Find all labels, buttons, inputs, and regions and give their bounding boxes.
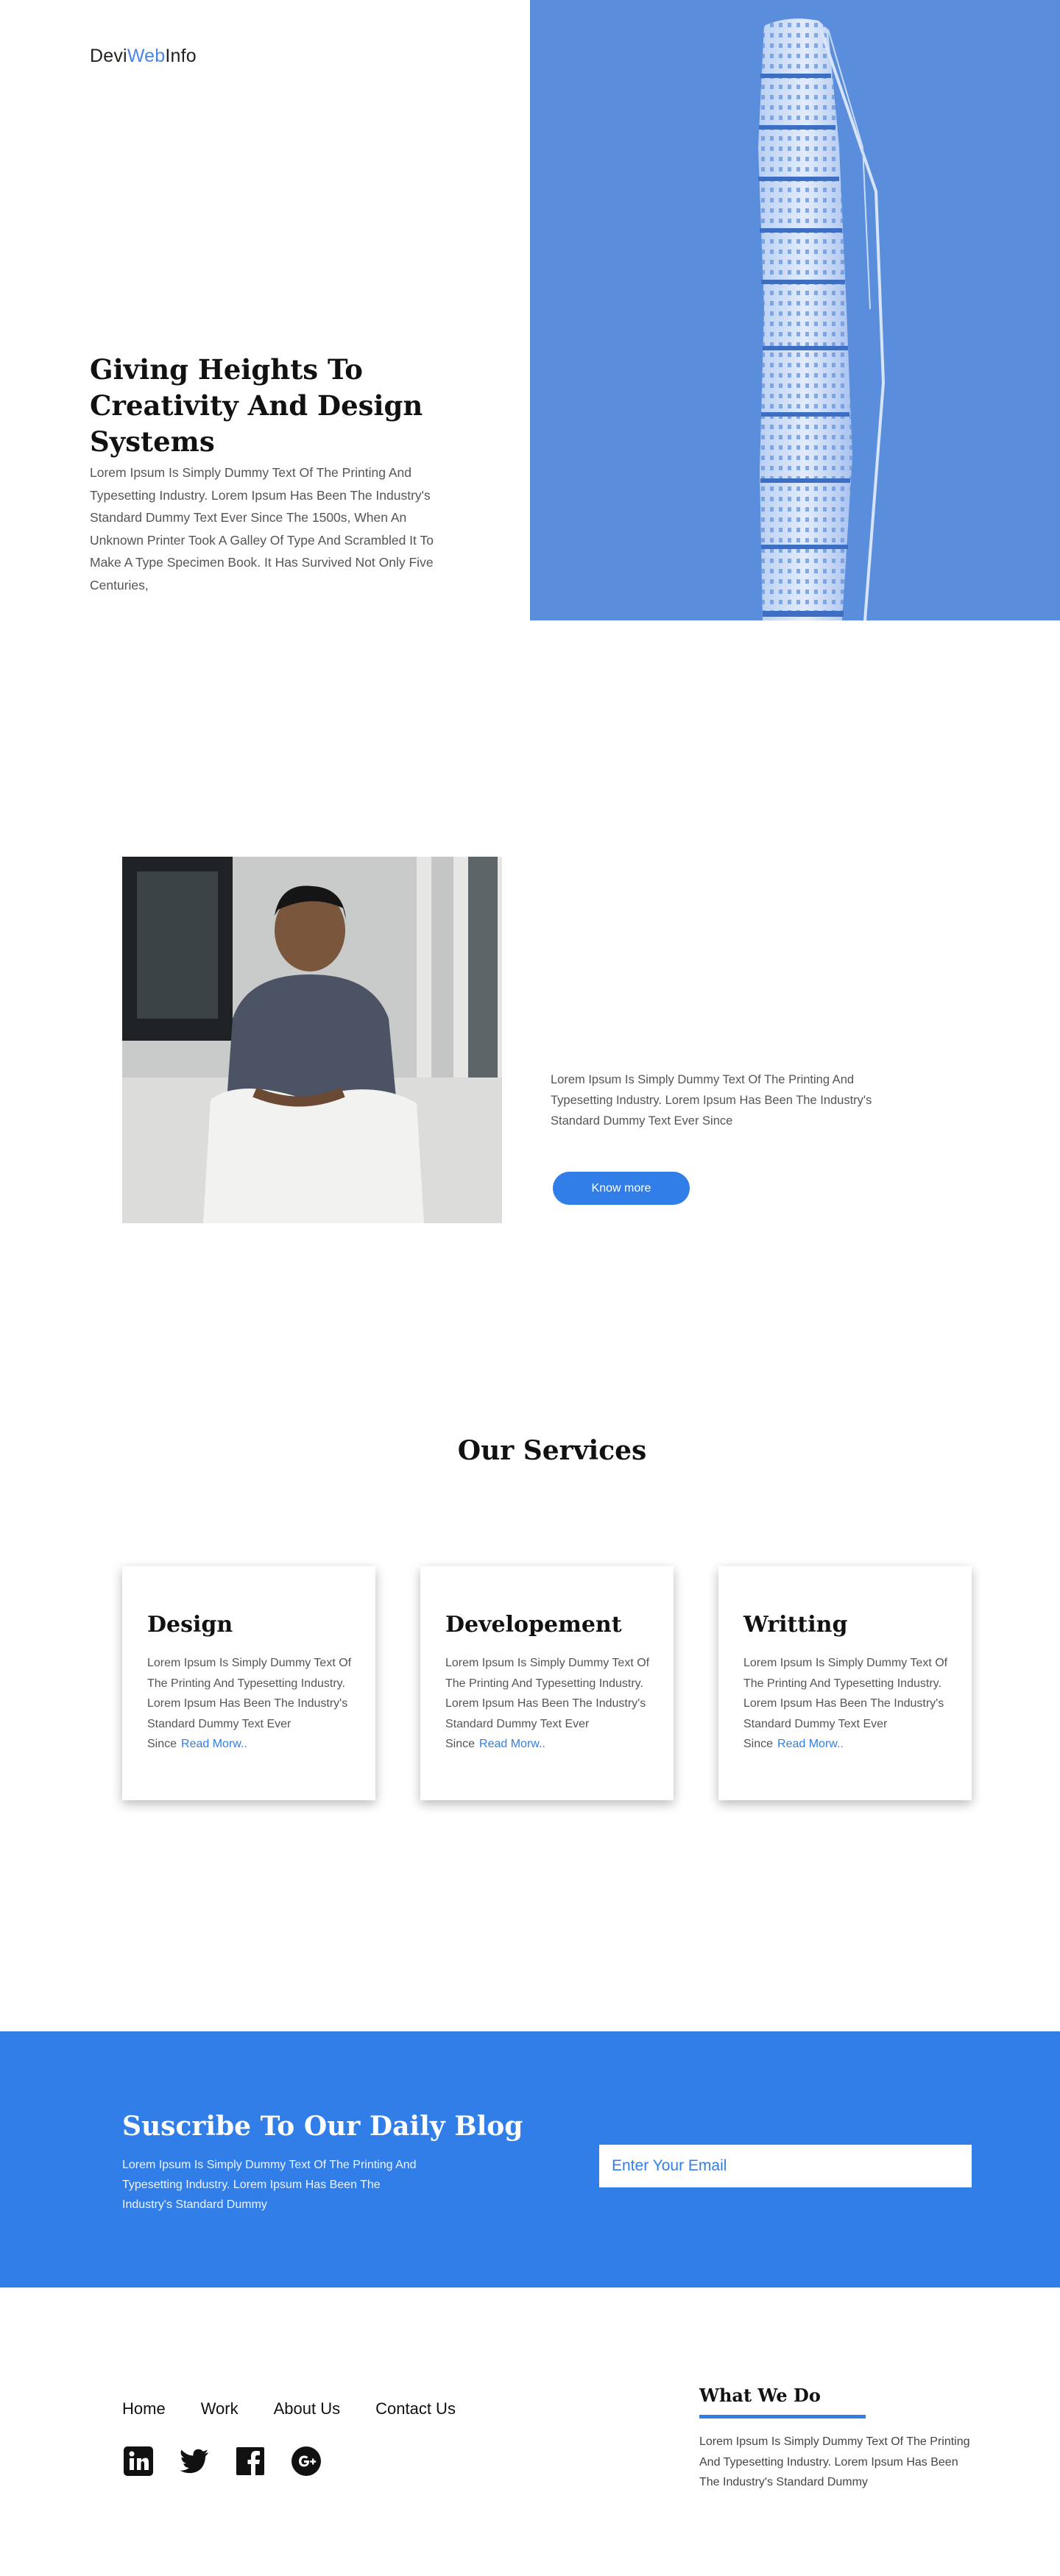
social-links xyxy=(122,2445,322,2477)
services-title: Our Services xyxy=(457,1435,647,1466)
footer-nav-contact-us[interactable]: Contact Us xyxy=(375,2399,456,2418)
email-input[interactable] xyxy=(599,2145,972,2187)
read-more-link[interactable]: Read Morw.. xyxy=(777,1738,844,1750)
subscribe-description: Lorem Ipsum Is Simply Dummy Text Of The … xyxy=(122,2159,417,2211)
hero-section: DeviWebInfo Giving Heights To Creativity… xyxy=(0,0,1060,620)
service-card-text: Lorem Ipsum Is Simply Dummy Text Of The … xyxy=(445,1653,654,1755)
service-card-development: Developement Lorem Ipsum Is Simply Dummy… xyxy=(420,1566,674,1800)
what-we-do-title: What We Do xyxy=(699,2385,821,2406)
about-description: Lorem Ipsum Is Simply Dummy Text Of The … xyxy=(551,1073,872,1128)
service-card-text: Lorem Ipsum Is Simply Dummy Text Of The … xyxy=(147,1653,356,1755)
service-card-description: Lorem Ipsum Is Simply Dummy Text Of The … xyxy=(743,1657,948,1750)
subscribe-title: Suscribe To Our Daily Blog xyxy=(122,2111,523,2142)
service-card-title: Writting xyxy=(743,1612,848,1638)
twisting-tower-illustration xyxy=(530,0,1060,620)
subscribe-section: Suscribe To Our Daily Blog Lorem Ipsum I… xyxy=(0,2031,1060,2287)
footer-nav-work[interactable]: Work xyxy=(201,2399,239,2418)
footer-nav: Home Work About Us Contact Us xyxy=(122,2399,456,2418)
hero-description: Lorem Ipsum Is Simply Dummy Text Of The … xyxy=(90,465,434,592)
what-we-do-text: Lorem Ipsum Is Simply Dummy Text Of The … xyxy=(699,2435,970,2488)
service-card-writing: Writting Lorem Ipsum Is Simply Dummy Tex… xyxy=(718,1566,972,1800)
person-seated-illustration xyxy=(122,857,502,1223)
hero-building-image xyxy=(530,0,1060,620)
service-card-description: Lorem Ipsum Is Simply Dummy Text Of The … xyxy=(445,1657,650,1750)
footer-nav-about-us[interactable]: About Us xyxy=(274,2399,341,2418)
logo-text-info: Info xyxy=(165,46,197,66)
linkedin-icon[interactable] xyxy=(122,2445,155,2477)
what-we-do-underline xyxy=(699,2415,866,2418)
service-card-title: Design xyxy=(147,1612,233,1638)
service-card-text: Lorem Ipsum Is Simply Dummy Text Of The … xyxy=(743,1653,953,1755)
logo-text-web: Web xyxy=(127,46,166,66)
footer-nav-home[interactable]: Home xyxy=(122,2399,166,2418)
read-more-link[interactable]: Read Morw.. xyxy=(181,1738,247,1750)
twitter-icon[interactable] xyxy=(178,2445,211,2477)
service-card-title: Developement xyxy=(445,1612,622,1638)
service-card-design: Design Lorem Ipsum Is Simply Dummy Text … xyxy=(122,1566,375,1800)
read-more-link[interactable]: Read Morw.. xyxy=(479,1738,545,1750)
hero-title: Giving Heights To Creativity And Design … xyxy=(90,353,423,458)
service-card-description: Lorem Ipsum Is Simply Dummy Text Of The … xyxy=(147,1657,352,1750)
site-logo[interactable]: DeviWebInfo xyxy=(90,46,197,67)
facebook-icon[interactable] xyxy=(234,2445,266,2477)
google-plus-icon[interactable] xyxy=(290,2445,322,2477)
logo-text-devi: Devi xyxy=(90,46,127,66)
profile-photo xyxy=(122,857,502,1223)
know-more-button[interactable]: Know more xyxy=(553,1172,690,1205)
